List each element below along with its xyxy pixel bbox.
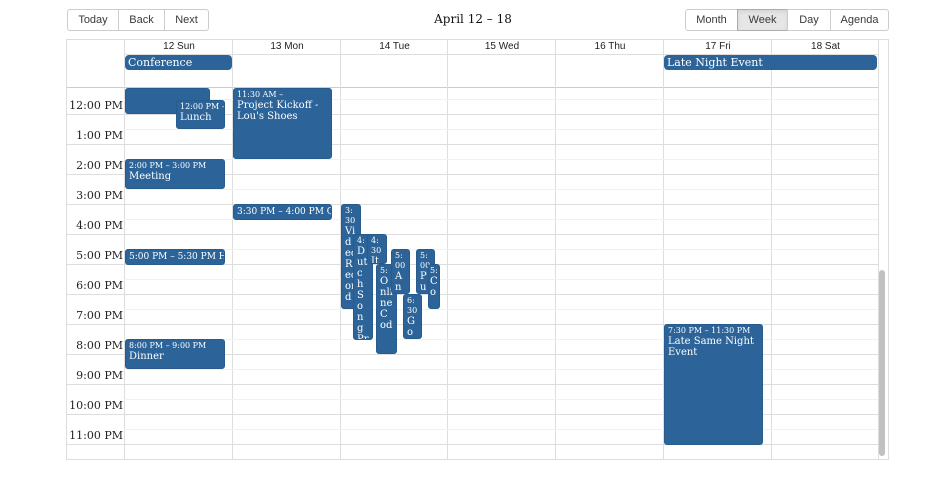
time-label: 1:00 PM [76, 129, 123, 142]
day-header-fri[interactable]: 17 Fri [663, 40, 772, 54]
half-hour-line [124, 159, 878, 160]
col-line [447, 40, 448, 459]
event-title: Go to [407, 316, 415, 338]
half-hour-line [124, 279, 878, 280]
allday-event-conference[interactable]: Conference [125, 55, 232, 70]
time-label: 3:00 PM [76, 189, 123, 202]
event-title: Lunch [180, 112, 212, 123]
event-tue-co[interactable]: 5: Co [428, 264, 440, 309]
hour-line [67, 144, 878, 145]
event-tue-go-to[interactable]: 6:30 Go to [403, 294, 422, 339]
day-header-sat[interactable]: 18 Sat [771, 40, 879, 54]
half-hour-line [124, 309, 878, 310]
event-time: 4:30 [371, 236, 382, 255]
view-week-button[interactable]: Week [737, 9, 788, 31]
event-title: Co [430, 276, 438, 298]
hour-line [67, 294, 878, 295]
col-line [771, 40, 772, 459]
day-header-wed[interactable]: 15 Wed [447, 40, 556, 54]
event-time: 5:00 [395, 251, 406, 270]
event-project-kickoff[interactable]: 11:30 AM – Project Kickoff - Lou's Shoes [233, 88, 332, 159]
day-header-mon[interactable]: 13 Mon [232, 40, 341, 54]
event-time: 12:00 PM – [180, 102, 225, 111]
event-time: 2:00 PM – 3:00 PM [129, 161, 207, 170]
event-title: An [395, 271, 403, 293]
event-time: 11:30 AM – [237, 90, 284, 99]
event-time: 7:30 PM – 11:30 PM [668, 326, 751, 335]
event-tue-it[interactable]: 4:30 It [367, 234, 387, 264]
half-hour-line [124, 249, 878, 250]
event-time: 3:30 [345, 206, 356, 225]
time-label: 5:00 PM [76, 249, 123, 262]
event-happy-hour[interactable]: 5:00 PM – 5:30 PM Ha [125, 249, 225, 265]
day-header-sun[interactable]: 12 Sun [124, 40, 233, 54]
half-hour-line [124, 399, 878, 400]
view-month-button[interactable]: Month [685, 9, 738, 31]
time-label: 6:00 PM [76, 279, 123, 292]
time-label: 9:00 PM [76, 369, 123, 382]
half-hour-line [124, 429, 878, 430]
time-label: 7:00 PM [76, 309, 123, 322]
day-header-thu[interactable]: 16 Thu [555, 40, 664, 54]
time-label: 8:00 PM [76, 339, 123, 352]
event-title: Late Same Night Event [668, 336, 754, 358]
view-day-button[interactable]: Day [787, 9, 831, 31]
event-summary: 3:30 PM – 4:00 PM Qu [237, 207, 332, 217]
allday-event-late-night[interactable]: Late Night Event [664, 55, 877, 70]
time-label: 4:00 PM [76, 219, 123, 232]
time-label: 11:00 PM [69, 429, 123, 442]
event-time: 8:00 PM – 9:00 PM [129, 341, 207, 350]
day-header-tue[interactable]: 14 Tue [340, 40, 448, 54]
view-agenda-button[interactable]: Agenda [830, 9, 889, 31]
event-late-same-night[interactable]: 7:30 PM – 11:30 PM Late Same Night Event [664, 324, 763, 445]
event-time: 6:30 [407, 296, 418, 315]
event-summary: 5:00 PM – 5:30 PM Ha [129, 252, 225, 262]
event-title: It [371, 256, 379, 264]
event-dinner[interactable]: 8:00 PM – 9:00 PM Dinner [125, 339, 225, 369]
half-hour-line [124, 369, 878, 370]
half-hour-line [124, 189, 878, 190]
event-title: Project Kickoff - Lou's Shoes [237, 100, 319, 122]
time-label: 2:00 PM [76, 159, 123, 172]
event-lunch[interactable]: 12:00 PM – Lunch [176, 100, 225, 129]
event-tue-an[interactable]: 5:00 An [391, 249, 410, 294]
hour-line [67, 204, 878, 205]
event-quote[interactable]: 3:30 PM – 4:00 PM Qu [233, 204, 332, 220]
time-label: 10:00 PM [69, 399, 123, 412]
week-calendar: 12 Sun 13 Mon 14 Tue 15 Wed 16 Thu 17 Fr… [66, 39, 889, 460]
vertical-scrollbar[interactable] [879, 270, 885, 456]
col-line [555, 40, 556, 459]
time-label: 12:00 PM [69, 99, 123, 112]
event-meeting[interactable]: 2:00 PM – 3:00 PM Meeting [125, 159, 225, 189]
event-title: Meeting [129, 171, 172, 182]
half-hour-line [124, 339, 878, 340]
event-time: 5: [430, 266, 438, 275]
event-title: Dinner [129, 351, 164, 362]
hour-line [67, 234, 878, 235]
